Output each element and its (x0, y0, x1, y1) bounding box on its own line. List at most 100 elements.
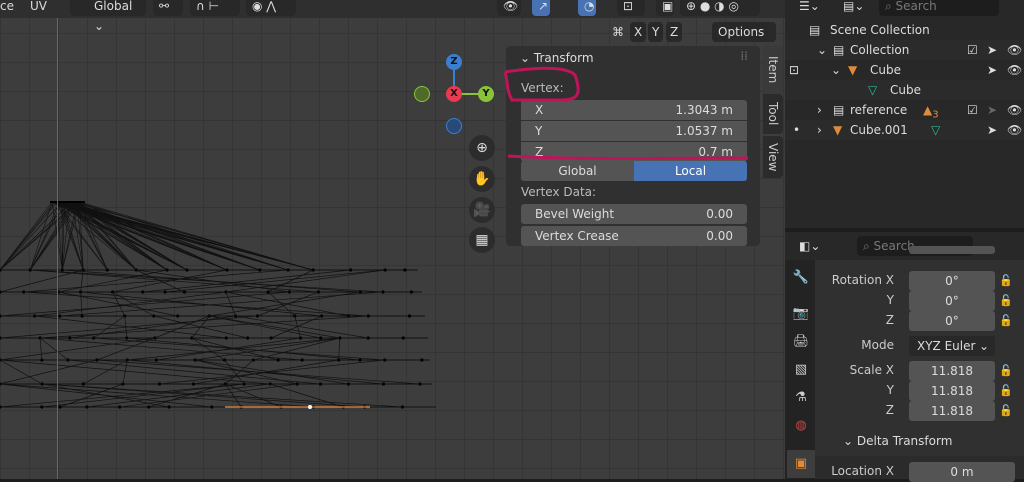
lock-icon[interactable]: 🔓 (999, 364, 1013, 377)
tab-view[interactable]: View (763, 136, 783, 178)
tab-item[interactable]: Item (763, 46, 783, 94)
mesh-edge (94, 316, 125, 338)
gizmo-neg-y[interactable] (414, 86, 430, 102)
tab-tool[interactable]: Tool (763, 94, 783, 134)
options-label: Options (718, 25, 764, 39)
gizmo-icon[interactable]: ↗ (532, 0, 550, 16)
orientation-dropdown[interactable]: Global ⌄ (70, 0, 146, 16)
rotation-x-field[interactable]: 0° (909, 271, 995, 291)
scale-y-field[interactable]: 11.818 (909, 381, 995, 401)
vertex-crease-field[interactable]: Vertex Crease0.00 (521, 226, 747, 246)
cube-object-row[interactable]: ⊡⌄▼Cube➤👁 (785, 60, 1024, 80)
scale-x-field[interactable]: 11.818 (909, 361, 995, 381)
mirror-icon[interactable]: ⌘ (606, 22, 630, 42)
item-label: Collection (850, 40, 909, 60)
object-tab-icon[interactable]: ▣ (787, 450, 815, 478)
gizmo-y[interactable]: Y (478, 86, 494, 102)
eye-icon[interactable]: 👁 (1007, 120, 1022, 140)
uv-menu[interactable]: UV (24, 0, 53, 16)
proportional-edit-icon[interactable]: ◉ ⋀ (246, 0, 296, 16)
mesh-object-icon: ▼ (848, 60, 857, 80)
options-dropdown[interactable]: Options ⌄ (712, 22, 776, 42)
mesh-overlay-icon[interactable]: ⊡ (617, 0, 645, 16)
grid-icon[interactable]: ▦ (469, 227, 495, 253)
gizmo-neg-z[interactable] (446, 118, 462, 134)
mesh-edge (402, 336, 405, 339)
mode-label: Mode (861, 338, 894, 352)
select-disabled-icon[interactable]: ➤ (987, 100, 997, 120)
gizmo-z[interactable]: Z (446, 54, 462, 70)
select-icon[interactable]: ➤ (987, 40, 997, 60)
delta-transform-header[interactable]: ⌄ Delta Transform (843, 434, 952, 448)
mesh-edge (42, 384, 402, 407)
axis-y-toggle[interactable]: Y (648, 22, 663, 42)
mode-value: XYZ Euler (917, 339, 975, 353)
gizmo-x[interactable]: X (446, 86, 462, 102)
lock-icon[interactable]: 🔓 (999, 274, 1013, 287)
editor-type-icon[interactable]: ◧⌄ (793, 236, 829, 256)
scene-tab-icon[interactable]: ⚗ (791, 388, 811, 408)
axis-x-toggle[interactable]: X (630, 22, 646, 42)
lock-icon[interactable]: 🔓 (999, 294, 1013, 307)
cube-mesh-row[interactable]: ▽Cube (785, 80, 1024, 100)
pivot-icon[interactable]: ⚯ (153, 0, 183, 16)
xray-icon[interactable]: ▣ (656, 0, 674, 16)
tool-tab-icon[interactable]: 🔧 (791, 268, 811, 288)
shading-modes[interactable]: ⊕ ● ◑ ◎ (680, 0, 760, 16)
hidden-field[interactable] (909, 246, 995, 254)
mode-menu[interactable]: ce (0, 0, 20, 16)
scale-x-label: Scale X (850, 363, 894, 377)
lock-icon[interactable]: 🔓 (999, 404, 1013, 417)
location-x-field[interactable]: 0 m (909, 462, 1015, 482)
world-tab-icon[interactable]: ◍ (791, 416, 811, 436)
checkbox-icon[interactable]: ☑ (967, 100, 978, 120)
field-value: 0.00 (706, 204, 733, 224)
hand-pan-icon[interactable]: ✋ (469, 166, 495, 192)
snap-icon[interactable]: ∩ ⊢ (190, 0, 240, 16)
mesh-edge (40, 338, 42, 360)
scene-collection-row[interactable]: ▤Scene Collection (785, 20, 1024, 40)
mesh-edge (0, 360, 42, 384)
camera-icon[interactable]: 🎥 (469, 197, 495, 223)
viewport-header: ce UV Global ⌄ ⚯ ∩ ⊢ ◉ ⋀ 👁 ↗ ◔ ⊡ ▣ ⊕ ● ◑… (0, 0, 785, 18)
bevel-weight-field[interactable]: Bevel Weight0.00 (521, 204, 747, 224)
mesh-data-icon: ▽ (868, 80, 877, 100)
mesh-edge (271, 316, 321, 338)
collection-row[interactable]: ⌄▤Collection☑➤👁 (785, 40, 1024, 60)
3d-viewport[interactable]: ce UV Global ⌄ ⚯ ∩ ⊢ ◉ ⋀ 👁 ↗ ◔ ⊡ ▣ ⊕ ● ◑… (0, 0, 785, 479)
collection-icon: ▤ (809, 20, 820, 40)
mesh-edge (0, 360, 97, 384)
overlay-icon[interactable]: ◔ (578, 0, 596, 16)
rotation-z-field[interactable]: 0° (909, 311, 995, 331)
output-tab-icon[interactable]: 🖨 (791, 332, 811, 352)
collection-icon: ▤ (833, 40, 844, 60)
eye-icon[interactable]: 👁 (1007, 100, 1022, 120)
axis-z-toggle[interactable]: Z (666, 22, 682, 42)
select-icon[interactable]: ➤ (987, 120, 997, 140)
filter-icon[interactable]: ▤⌄ (837, 0, 867, 16)
outliner-search[interactable]: ⌕ Search (879, 0, 999, 16)
mesh-edge (194, 360, 339, 384)
eye-icon[interactable]: 👁 (1007, 40, 1022, 60)
render-tab-icon[interactable]: 📷 (791, 304, 811, 324)
reference-row[interactable]: ›▤reference▲3☑➤👁 (785, 100, 1024, 120)
mesh-edge (408, 314, 411, 317)
lock-icon[interactable]: 🔓 (999, 384, 1013, 397)
mesh-edge (156, 338, 300, 360)
rotation-mode-dropdown[interactable]: XYZ Euler ⌄ (909, 336, 995, 356)
eye-icon[interactable]: 👁 (1007, 60, 1022, 80)
scale-z-label: Z (886, 403, 894, 417)
checkbox-icon[interactable]: ☑ (967, 40, 978, 60)
lock-icon[interactable]: 🔓 (999, 314, 1013, 327)
scale-z-field[interactable]: 11.818 (909, 401, 995, 421)
mesh-object-icon: ▼ (833, 120, 842, 140)
cube001-row[interactable]: •›▼Cube.001▽➤👁 (785, 120, 1024, 140)
view-layer-tab-icon[interactable]: ▧ (791, 360, 811, 380)
select-icon[interactable]: ➤ (987, 60, 997, 80)
display-mode-icon[interactable]: ☰⌄ (793, 0, 829, 16)
visibility-icon[interactable]: 👁 (497, 0, 521, 16)
vertex-mode-icon: ⊡ (789, 60, 799, 80)
zoom-icon[interactable]: ⊕ (469, 135, 495, 161)
outliner: ☰⌄ ▤⌄ ⌕ Search ▤Scene Collection ⌄▤Colle… (785, 0, 1024, 228)
rotation-y-field[interactable]: 0° (909, 291, 995, 311)
